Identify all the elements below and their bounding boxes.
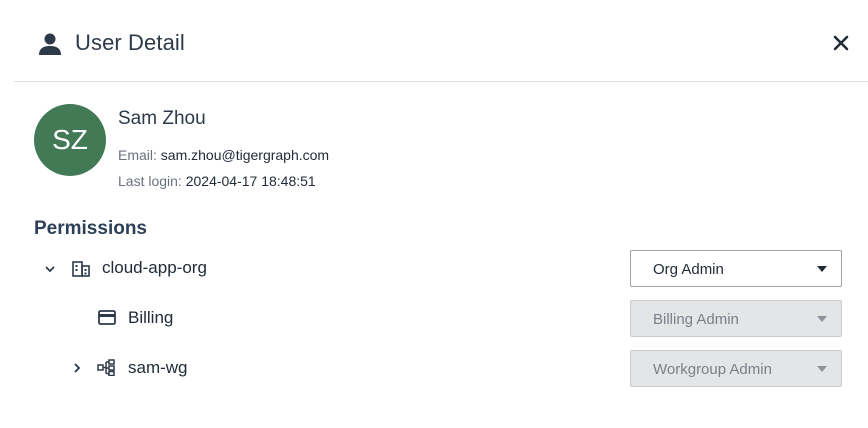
org-role-value: Org Admin bbox=[653, 261, 724, 278]
chevron-down-icon bbox=[817, 316, 827, 322]
permissions-title: Permissions bbox=[34, 218, 147, 239]
workgroup-tree-icon bbox=[97, 359, 115, 376]
credit-card-icon bbox=[98, 310, 116, 325]
chevron-down-icon bbox=[817, 266, 827, 272]
person-icon bbox=[39, 33, 61, 55]
user-name: Sam Zhou bbox=[118, 108, 206, 129]
workgroup-role-value: Workgroup Admin bbox=[653, 361, 772, 378]
org-role-select[interactable]: Org Admin bbox=[630, 250, 842, 287]
last-login-value: 2024-04-17 18:48:51 bbox=[185, 173, 316, 189]
chevron-down-icon bbox=[817, 366, 827, 372]
user-last-login: Last login: 2024-04-17 18:48:51 bbox=[118, 173, 316, 189]
dialog-header: User Detail bbox=[0, 0, 868, 82]
dialog-title: User Detail bbox=[75, 30, 185, 55]
email-value: sam.zhou@tigergraph.com bbox=[160, 147, 330, 163]
close-icon[interactable] bbox=[832, 34, 850, 52]
chevron-right-icon[interactable] bbox=[72, 362, 82, 374]
chevron-down-icon[interactable] bbox=[44, 264, 56, 274]
workgroup-role-select[interactable]: Workgroup Admin bbox=[630, 350, 842, 387]
org-name: cloud-app-org bbox=[102, 258, 207, 277]
header-divider bbox=[14, 81, 868, 82]
workgroup-name: sam-wg bbox=[128, 358, 188, 377]
email-label: Email: bbox=[118, 147, 157, 163]
avatar: SZ bbox=[34, 104, 106, 176]
last-login-label: Last login: bbox=[118, 173, 182, 189]
building-icon bbox=[72, 261, 90, 277]
billing-role-value: Billing Admin bbox=[653, 311, 739, 328]
billing-name: Billing bbox=[128, 308, 174, 327]
billing-role-select[interactable]: Billing Admin bbox=[630, 300, 842, 337]
user-email: Email: sam.zhou@tigergraph.com bbox=[118, 147, 329, 163]
